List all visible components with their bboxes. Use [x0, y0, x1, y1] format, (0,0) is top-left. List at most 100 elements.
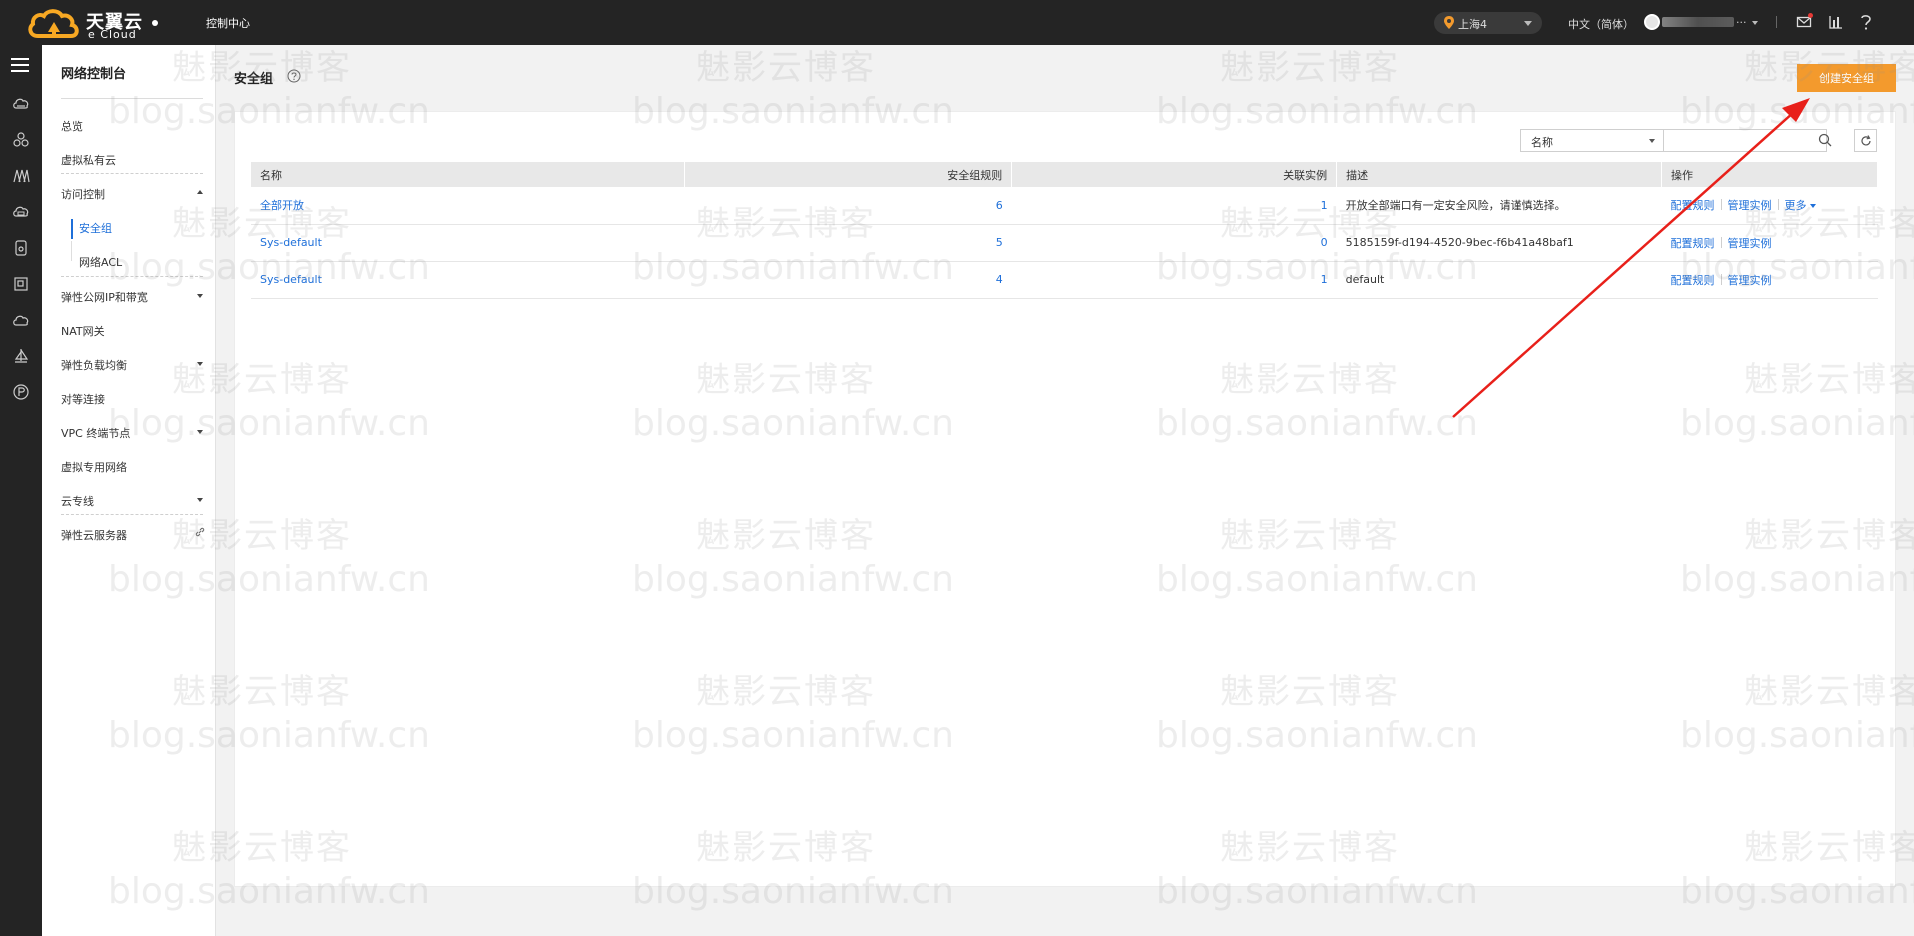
sidebar-item-label: 弹性公网IP和带宽: [61, 291, 148, 304]
search-field-label: 名称: [1531, 136, 1553, 149]
sidebar-item-access-control[interactable]: 访问控制: [61, 186, 203, 202]
sail-icon[interactable]: [12, 347, 30, 365]
sidebar-item-vpc[interactable]: 虚拟私有云: [61, 152, 203, 168]
username-ellipsis: ...: [1736, 13, 1747, 26]
column-header-operations: 操作: [1661, 162, 1878, 187]
create-security-group-button[interactable]: 创建安全组: [1797, 64, 1896, 92]
chevron-down-icon: [1649, 139, 1655, 143]
divider: [1720, 236, 1722, 248]
instances-count-link[interactable]: 1: [1321, 273, 1328, 286]
external-link-icon: [195, 527, 205, 537]
sidebar-item-label: 弹性负载均衡: [61, 359, 127, 372]
refresh-button[interactable]: [1854, 129, 1877, 152]
divider: [61, 514, 203, 515]
sidebar-item-eip[interactable]: 弹性公网IP和带宽: [61, 289, 203, 305]
description-cell: 开放全部端口有一定安全风险，请谨慎选择。: [1336, 187, 1662, 225]
chevron-down-icon: [1809, 204, 1816, 209]
storage-icon[interactable]: [12, 167, 30, 185]
region-label: 上海4: [1458, 18, 1487, 31]
database-icon[interactable]: [12, 203, 30, 221]
configure-rules-link[interactable]: 配置规则: [1671, 199, 1715, 212]
table-row: Sys-default 4 1 default 配置规则 管理实例: [251, 261, 1878, 299]
cloud-server-icon[interactable]: [12, 95, 30, 113]
active-indicator: [71, 219, 73, 239]
chevron-up-icon: [197, 190, 203, 194]
user-menu[interactable]: ...: [1644, 13, 1758, 30]
chevron-down-icon: [197, 430, 203, 434]
column-header-rules: 安全组规则: [684, 162, 1013, 187]
parking-icon[interactable]: [12, 383, 30, 401]
sidebar-item-label: 安全组: [79, 222, 112, 235]
manage-instances-link[interactable]: 管理实例: [1728, 237, 1772, 250]
sidebar-item-label: 云专线: [61, 495, 94, 508]
brand-name-en: e Cloud: [88, 28, 137, 41]
divider: [1777, 199, 1779, 211]
more-menu[interactable]: 更多: [1785, 199, 1816, 212]
sidebar-item-ecs[interactable]: 弹性云服务器: [61, 527, 205, 543]
divider: [61, 98, 203, 99]
divider: [61, 173, 203, 174]
search-field-select[interactable]: 名称: [1520, 129, 1664, 152]
chevron-down-icon: [1524, 21, 1532, 26]
sidebar-item-direct-connect[interactable]: 云专线: [61, 493, 203, 509]
sidebar-item-vpc-endpoint[interactable]: VPC 终端节点: [61, 425, 203, 441]
manage-instances-link[interactable]: 管理实例: [1728, 274, 1772, 287]
refresh-icon: [1861, 135, 1871, 146]
instances-count-link[interactable]: 1: [1321, 199, 1328, 212]
divider: [1776, 16, 1777, 28]
sidebar-item-label: 对等连接: [61, 393, 105, 406]
rules-count-link[interactable]: 4: [996, 273, 1003, 286]
sidebar-title: 网络控制台: [61, 67, 127, 82]
username-redacted: [1662, 17, 1734, 27]
table-row: 全部开放 6 1 开放全部端口有一定安全风险，请谨慎选择。 配置规则 管理实例 更多: [251, 187, 1878, 225]
rules-count-link[interactable]: 5: [996, 236, 1003, 249]
manage-instances-link[interactable]: 管理实例: [1728, 199, 1772, 212]
question-circle-icon[interactable]: [287, 69, 301, 83]
sidebar-item-vpn[interactable]: 虚拟专用网络: [61, 459, 203, 475]
service-rail: [0, 45, 42, 936]
sidebar-item-peering[interactable]: 对等连接: [61, 391, 203, 407]
logo[interactable]: 天翼云 e Cloud: [26, 6, 166, 41]
instances-count-link[interactable]: 0: [1321, 236, 1328, 249]
watermark-text-cn: 魅影云博客: [696, 48, 876, 88]
watermark-text-cn: 魅影云博客: [1220, 48, 1400, 88]
cloud-logo-icon: [28, 9, 79, 38]
search-icon[interactable]: [1818, 133, 1832, 147]
chart-icon[interactable]: [1828, 13, 1846, 31]
help-icon[interactable]: [1858, 13, 1876, 31]
security-group-name-link[interactable]: Sys-default: [260, 236, 322, 249]
tree-line: [71, 241, 72, 261]
sidebar-item-nat[interactable]: NAT网关: [61, 323, 203, 339]
divider: [1720, 273, 1722, 285]
column-header-instances: 关联实例: [1011, 162, 1338, 187]
console-center-link[interactable]: 控制中心: [206, 15, 250, 31]
language-selector[interactable]: 中文（简体）: [1568, 16, 1634, 32]
security-icon[interactable]: [12, 239, 30, 257]
chevron-down-icon: [197, 362, 203, 366]
notification-dot: [1808, 13, 1813, 18]
sidebar-item-label: 总览: [61, 120, 83, 133]
network-icon[interactable]: [12, 131, 30, 149]
security-group-name-link[interactable]: Sys-default: [260, 273, 322, 286]
sidebar-item-label: 网络ACL: [79, 256, 123, 269]
table-row: Sys-default 5 0 5185159f-d194-4520-9bec-…: [251, 224, 1878, 262]
sidebar-item-overview[interactable]: 总览: [61, 118, 203, 134]
sidebar-item-label: 弹性云服务器: [61, 529, 127, 542]
sidebar-item-label: 虚拟专用网络: [61, 461, 127, 474]
menu-icon[interactable]: [11, 57, 29, 73]
region-selector[interactable]: 上海4: [1434, 12, 1542, 34]
mail-icon[interactable]: [1796, 13, 1814, 31]
sidebar-item-elb[interactable]: 弹性负载均衡: [61, 357, 203, 373]
configure-rules-link[interactable]: 配置规则: [1671, 274, 1715, 287]
configure-rules-link[interactable]: 配置规则: [1671, 237, 1715, 250]
cloud-icon[interactable]: [12, 311, 30, 329]
avatar: [1644, 14, 1660, 30]
rules-count-link[interactable]: 6: [996, 199, 1003, 212]
sidebar-item-network-acl[interactable]: 网络ACL: [79, 254, 203, 270]
search-input[interactable]: [1663, 129, 1827, 152]
sidebar: 网络控制台 总览 虚拟私有云 访问控制 安全组 网络ACL 弹性公网IP和带宽 …: [42, 45, 216, 936]
sidebar-item-security-group[interactable]: 安全组: [79, 220, 203, 236]
sidebar-item-label: NAT网关: [61, 325, 105, 338]
security-group-name-link[interactable]: 全部开放: [260, 199, 304, 212]
monitor-icon[interactable]: [12, 275, 30, 293]
